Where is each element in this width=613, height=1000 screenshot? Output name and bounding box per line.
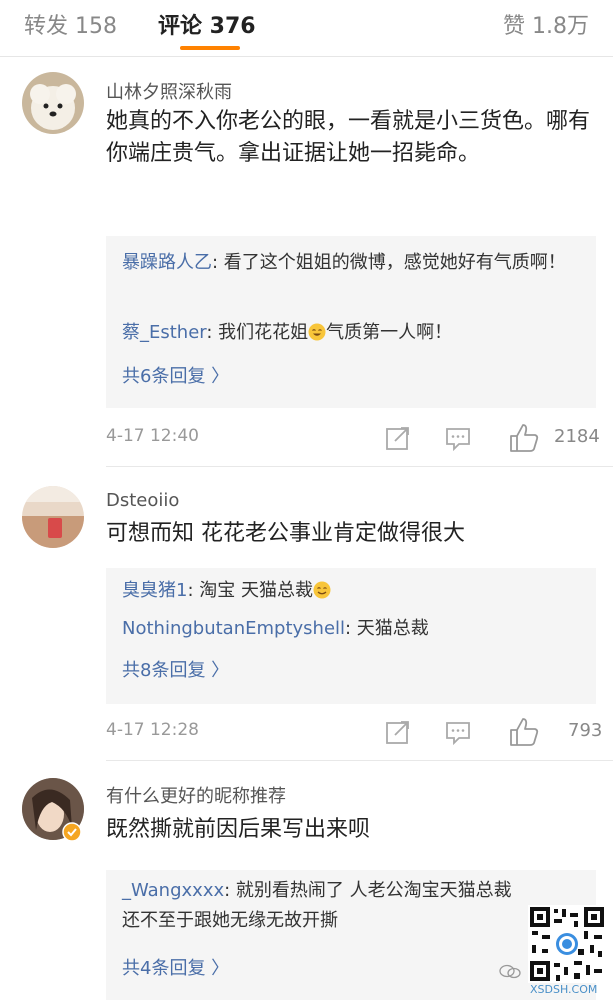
reply-username[interactable]: NothingbutanEmptyshell	[122, 618, 345, 639]
reply-item: NothingbutanEmptyshell: 天猫总裁	[122, 614, 580, 644]
reply-text: : 淘宝 天猫总裁	[187, 580, 313, 601]
comment-icon[interactable]	[444, 718, 472, 746]
wechat-icon	[499, 964, 521, 979]
comment-item: 山林夕照深秋雨 她真的不入你老公的眼，一看就是小三货色。哪有你端庄贵气。拿出证据…	[0, 72, 613, 472]
comment-timestamp: 4-17 12:40	[106, 426, 199, 446]
reply-text: : 看了这个姐姐的微博，感觉她好有气质啊！	[212, 252, 566, 273]
view-more-replies-link[interactable]: 共6条回复 〉	[122, 362, 229, 388]
reply-preview-box[interactable]: 暴躁路人乙: 看了这个姐姐的微博，感觉她好有气质啊！ 蔡_Esther: 我们花…	[106, 236, 596, 408]
reply-username[interactable]: _Wangxxxx	[122, 880, 224, 901]
avatar[interactable]	[22, 486, 84, 548]
share-icon[interactable]	[384, 718, 412, 746]
tab-bar: 转发 158 评论 376 赞 1.8万	[0, 0, 613, 57]
like-count: 793	[568, 720, 603, 741]
reply-text: : 天猫总裁	[345, 618, 429, 639]
active-tab-indicator	[180, 46, 240, 50]
tab-repost[interactable]: 转发 158	[24, 8, 117, 40]
comment-meta-bar: 4-17 12:40 2184	[106, 422, 600, 454]
comment-timestamp: 4-17 12:28	[106, 720, 199, 740]
reply-item: 臭臭猪1: 淘宝 天猫总裁	[122, 576, 580, 606]
view-more-replies-link[interactable]: 共8条回复 〉	[122, 656, 229, 682]
comment-text: 既然撕就前因后果写出来呗	[106, 817, 371, 842]
comment-icon[interactable]	[444, 424, 472, 452]
divider	[106, 466, 613, 467]
reply-preview-box[interactable]: _Wangxxxx: 就别看热闹了 人老公淘宝天猫总裁 还不至于跟她无缘无故开撕…	[106, 870, 596, 1000]
thumbs-up-icon[interactable]	[508, 422, 540, 454]
avatar[interactable]	[22, 72, 84, 134]
smile-emoji-icon	[313, 581, 331, 599]
reply-item: 蔡_Esther: 我们花花姐 气质第一人啊！	[122, 318, 580, 348]
comment-username[interactable]: 山林夕照深秋雨	[106, 78, 232, 104]
comment-text: 她真的不入你老公的眼，一看就是小三货色。哪有你端庄贵气。拿出证据让她一招毙命。	[106, 109, 591, 166]
comment-username[interactable]: 有什么更好的昵称推荐	[106, 782, 286, 808]
view-more-replies-link[interactable]: 共4条回复 〉	[122, 954, 229, 980]
comment-text: 可想而知 花花老公事业肯定做得很大	[106, 521, 465, 546]
reply-item: _Wangxxxx: 就别看热闹了 人老公淘宝天猫总裁 还不至于跟她无缘无故开撕	[122, 876, 522, 936]
avatar-dog-image	[22, 72, 84, 134]
laughing-emoji-icon	[308, 323, 326, 341]
share-icon[interactable]	[384, 424, 412, 452]
reply-username[interactable]: 臭臭猪1	[122, 580, 187, 601]
reply-item: 暴躁路人乙: 看了这个姐姐的微博，感觉她好有气质啊！	[122, 248, 580, 278]
comment-meta-bar: 4-17 12:28 793	[106, 716, 602, 748]
reply-text: : 我们花花姐	[206, 322, 309, 343]
reply-text: 气质第一人啊！	[326, 322, 453, 343]
avatar-phone-image	[22, 486, 84, 548]
tab-comments[interactable]: 评论 376	[158, 8, 256, 40]
verified-badge-icon	[62, 822, 82, 842]
tab-likes[interactable]: 赞 1.8万	[503, 8, 589, 40]
reply-username[interactable]: 蔡_Esther	[122, 322, 206, 343]
reply-preview-box[interactable]: 臭臭猪1: 淘宝 天猫总裁 NothingbutanEmptyshell: 天猫…	[106, 568, 596, 704]
like-count: 2184	[554, 426, 600, 447]
qr-code-image	[528, 905, 606, 983]
comment-item: Dsteoiio 可想而知 花花老公事业肯定做得很大 臭臭猪1: 淘宝 天猫总裁…	[0, 484, 613, 754]
divider	[106, 760, 613, 761]
comment-username[interactable]: Dsteoiio	[106, 490, 179, 511]
reply-username[interactable]: 暴躁路人乙	[122, 252, 212, 273]
watermark-site-text: XSDSH.COM	[530, 983, 598, 996]
thumbs-up-icon[interactable]	[508, 716, 540, 748]
